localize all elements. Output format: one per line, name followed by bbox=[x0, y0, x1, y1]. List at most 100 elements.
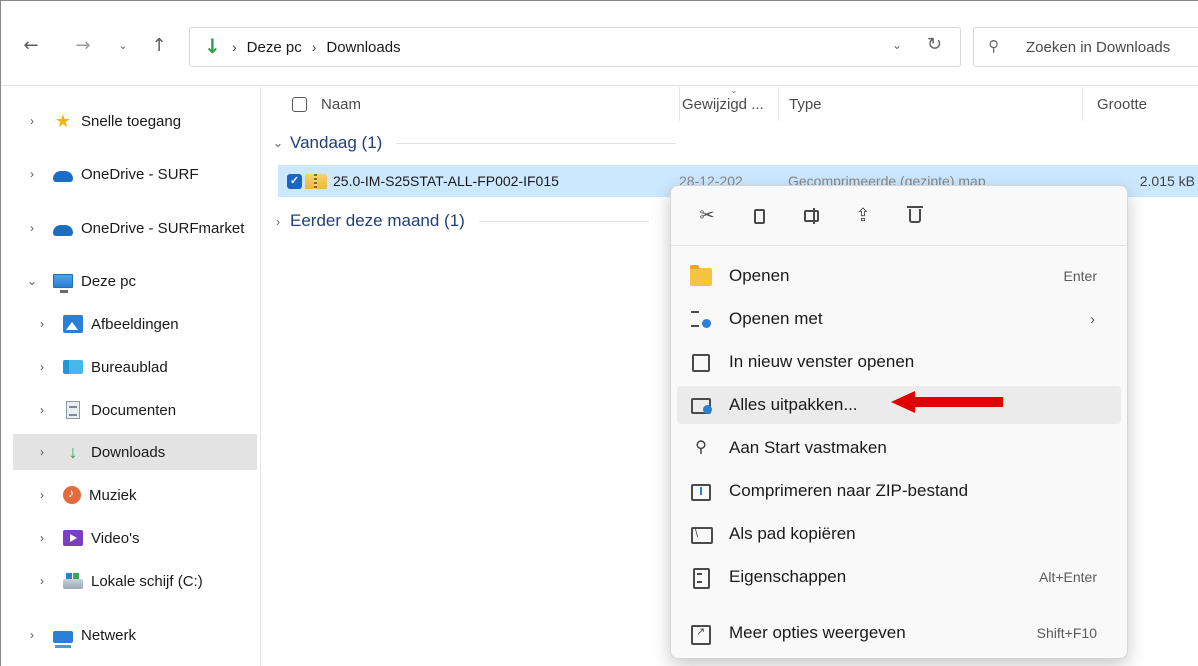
file-name: 25.0-IM-S25STAT-ALL-FP002-IF015 bbox=[333, 173, 559, 189]
search-placeholder: Zoeken in Downloads bbox=[1026, 39, 1171, 56]
sidebar-item-label: Deze pc bbox=[81, 272, 137, 290]
menu-item-label: Comprimeren naar ZIP-bestand bbox=[729, 481, 969, 500]
back-arrow-icon[interactable]: ← bbox=[19, 34, 43, 58]
menu-item-label: Eigenschappen bbox=[729, 567, 847, 586]
new-window-icon bbox=[690, 353, 712, 372]
sidebar-item-this-pc[interactable]: ⌄ Deze pc bbox=[13, 263, 257, 299]
group-header-today[interactable]: ⌄ Vandaag (1) bbox=[272, 133, 677, 153]
star-icon: ★ bbox=[54, 111, 72, 131]
column-header-label: Gewijzigd ... bbox=[682, 95, 764, 113]
chevron-right-icon[interactable]: › bbox=[33, 488, 51, 502]
menu-item-properties[interactable]: Eigenschappen Alt+Enter bbox=[677, 558, 1121, 596]
chevron-right-icon[interactable]: › bbox=[33, 531, 51, 545]
menu-item-pin-to-start[interactable]: ⚲ Aan Start vastmaken bbox=[677, 429, 1121, 467]
select-all-checkbox[interactable] bbox=[292, 96, 307, 112]
sidebar-item-label: Downloads bbox=[91, 443, 166, 461]
address-bar[interactable]: ↓ › Deze pc › Downloads ⌄ ↻ bbox=[189, 27, 961, 67]
cut-icon[interactable]: ✂ bbox=[693, 202, 721, 230]
open-with-icon bbox=[690, 310, 712, 328]
sidebar-item-label: Lokale schijf (C:) bbox=[91, 572, 203, 590]
share-icon[interactable]: ⇪ bbox=[849, 202, 877, 230]
sidebar-item-label: Video's bbox=[91, 529, 140, 547]
sidebar-item-label: Netwerk bbox=[81, 626, 137, 644]
chevron-right-icon[interactable]: › bbox=[23, 628, 41, 642]
menu-item-copy-as-path[interactable]: Als pad kopiëren bbox=[677, 515, 1121, 553]
sidebar-item-onedrive-surfmarket[interactable]: › OneDrive - SURFmarket bbox=[13, 210, 257, 246]
computer-icon bbox=[53, 274, 73, 293]
chevron-right-icon[interactable]: › bbox=[33, 403, 51, 417]
submenu-chevron-icon: › bbox=[1090, 310, 1095, 328]
download-icon: ↓ bbox=[68, 442, 78, 462]
sidebar-item-onedrive-surf[interactable]: › OneDrive - SURF bbox=[13, 156, 257, 192]
chevron-right-icon[interactable]: › bbox=[33, 574, 51, 588]
sidebar-item-network[interactable]: › Netwerk bbox=[13, 617, 257, 653]
pictures-icon bbox=[63, 315, 83, 333]
up-arrow-icon[interactable]: ↑ bbox=[147, 34, 171, 58]
column-header-date[interactable]: ⌄ Gewijzigd ... bbox=[679, 85, 777, 121]
chevron-right-icon[interactable]: › bbox=[33, 360, 51, 374]
desktop-icon bbox=[63, 360, 83, 374]
drive-icon bbox=[63, 573, 83, 589]
refresh-icon[interactable]: ↻ bbox=[927, 34, 942, 55]
group-header-earlier[interactable]: › Eerder deze maand (1) bbox=[272, 211, 649, 231]
menu-item-open-with[interactable]: Openen met › bbox=[677, 300, 1121, 338]
cloud-icon bbox=[53, 170, 73, 182]
sidebar-item-label: Documenten bbox=[91, 401, 177, 419]
breadcrumb-item-downloads[interactable]: Downloads bbox=[326, 39, 400, 56]
forward-arrow-icon[interactable]: → bbox=[71, 34, 95, 58]
column-header-name[interactable]: Naam bbox=[292, 87, 672, 121]
sidebar-item-desktop[interactable]: › Bureaublad bbox=[13, 349, 257, 385]
delete-icon[interactable] bbox=[901, 202, 929, 230]
sidebar-item-videos[interactable]: › Video's bbox=[13, 520, 257, 556]
annotation-arrow-icon bbox=[891, 391, 1003, 413]
breadcrumb-separator: › bbox=[232, 39, 237, 55]
video-icon bbox=[63, 530, 83, 546]
chevron-right-icon[interactable]: › bbox=[23, 167, 41, 181]
menu-item-compress-zip[interactable]: Comprimeren naar ZIP-bestand bbox=[677, 472, 1121, 510]
chevron-right-icon[interactable]: › bbox=[23, 114, 41, 128]
documents-icon bbox=[66, 401, 80, 419]
sidebar-item-downloads[interactable]: › ↓ Downloads bbox=[13, 434, 257, 470]
zip-icon bbox=[690, 482, 712, 501]
column-header-type[interactable]: Type bbox=[778, 87, 1078, 121]
chevron-right-icon[interactable]: › bbox=[272, 214, 284, 229]
chevron-down-icon[interactable]: ⌄ bbox=[23, 274, 41, 288]
music-icon bbox=[63, 486, 81, 504]
sidebar-item-label: OneDrive - SURF bbox=[81, 165, 199, 183]
sidebar-item-documents[interactable]: › Documenten bbox=[13, 392, 257, 428]
checkbox-checked-icon[interactable]: ✓ bbox=[287, 173, 302, 189]
chevron-down-icon[interactable]: ⌄ bbox=[272, 135, 284, 151]
sidebar-item-label: Bureaublad bbox=[91, 358, 168, 376]
address-toolbar: ← → ⌄ ↑ ↓ › Deze pc › Downloads ⌄ ↻ ⚲ Zo… bbox=[1, 1, 1198, 86]
sidebar-item-quick-access[interactable]: › ★ Snelle toegang bbox=[13, 103, 257, 139]
sidebar-item-label: OneDrive - SURFmarket bbox=[81, 219, 245, 237]
chevron-right-icon[interactable]: › bbox=[33, 445, 51, 459]
menu-item-more-options[interactable]: Meer opties weergeven Shift+F10 bbox=[677, 614, 1121, 652]
breadcrumb-separator: › bbox=[311, 39, 317, 55]
search-box[interactable]: ⚲ Zoeken in Downloads bbox=[973, 27, 1198, 67]
breadcrumb: › Deze pc › Downloads bbox=[232, 28, 401, 66]
rename-icon[interactable] bbox=[797, 202, 825, 230]
chevron-right-icon[interactable]: › bbox=[33, 317, 51, 331]
menu-item-open[interactable]: Openen Enter bbox=[677, 257, 1121, 295]
sidebar-item-label: Snelle toegang bbox=[81, 112, 182, 130]
context-menu: ✂ ⇪ Openen Enter Openen met › In nieuw v… bbox=[670, 185, 1129, 659]
sidebar-item-local-disk[interactable]: › Lokale schijf (C:) bbox=[13, 563, 257, 599]
group-divider bbox=[478, 220, 649, 222]
menu-item-shortcut: Enter bbox=[1063, 268, 1097, 284]
copy-icon[interactable] bbox=[745, 202, 773, 230]
address-history-chevron-icon[interactable]: ⌄ bbox=[892, 38, 902, 52]
recent-locations-chevron-icon[interactable]: ⌄ bbox=[111, 34, 135, 58]
menu-item-label: Openen met bbox=[729, 309, 823, 328]
column-header-label: Grootte bbox=[1096, 95, 1147, 113]
menu-item-label: In nieuw venster openen bbox=[729, 352, 915, 371]
menu-item-open-new-window[interactable]: In nieuw venster openen bbox=[677, 343, 1121, 381]
breadcrumb-item-deze-pc[interactable]: Deze pc bbox=[247, 39, 302, 56]
sidebar-item-pictures[interactable]: › Afbeeldingen bbox=[13, 306, 257, 342]
properties-icon bbox=[690, 568, 712, 589]
chevron-right-icon[interactable]: › bbox=[23, 221, 41, 235]
column-header-label: Type bbox=[789, 95, 822, 113]
sidebar-item-music[interactable]: › Muziek bbox=[13, 477, 257, 513]
group-divider bbox=[396, 142, 677, 144]
column-header-size[interactable]: Grootte bbox=[1082, 87, 1198, 121]
